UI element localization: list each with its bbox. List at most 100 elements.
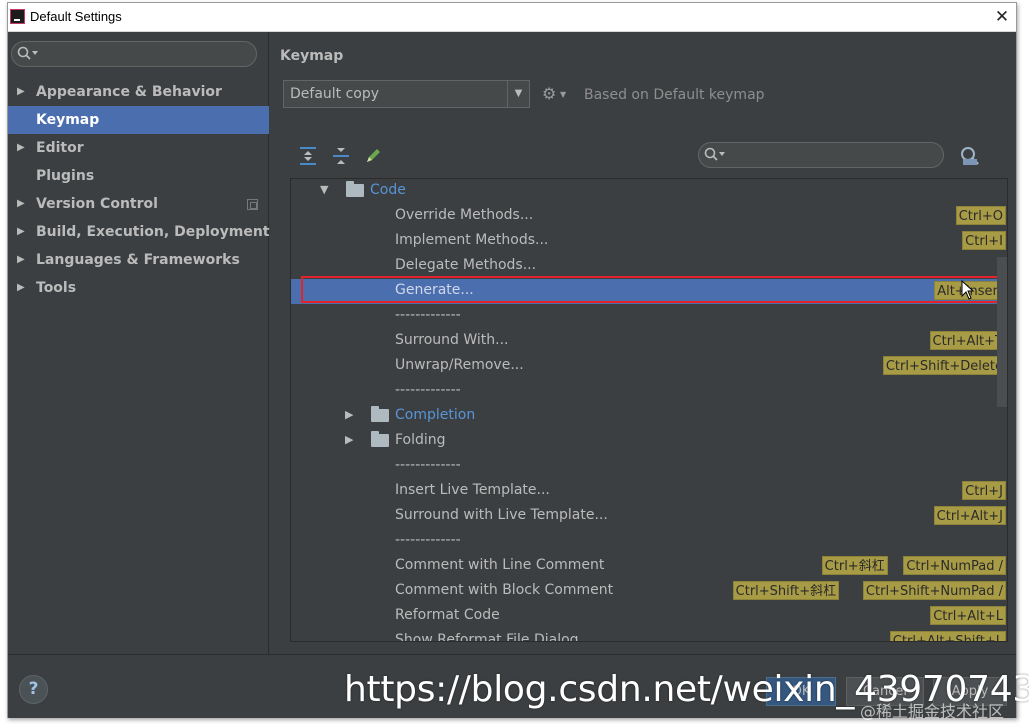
tree-row-label: Unwrap/Remove... bbox=[395, 357, 524, 373]
sidebar-item-appearance-behavior[interactable]: ▶ Appearance & Behavior bbox=[8, 78, 269, 106]
tree-row-label: Implement Methods... bbox=[395, 232, 549, 248]
expand-arrow-icon[interactable]: ▶ bbox=[17, 78, 25, 106]
tree-action-row[interactable]: ------------- bbox=[291, 529, 1007, 554]
shortcut-badge: Ctrl+Shift+NumPad / bbox=[862, 581, 1006, 600]
shortcut-badge: Ctrl+Shift+Delete bbox=[882, 356, 1006, 375]
sidebar-item-languages-frameworks[interactable]: ▶ Languages & Frameworks bbox=[8, 246, 269, 274]
sidebar-item-label: Editor bbox=[36, 140, 84, 156]
keymap-scheme-select[interactable]: Default copy ▼ bbox=[283, 80, 530, 108]
expand-all-icon[interactable] bbox=[299, 146, 317, 166]
tree-row-label: Surround With... bbox=[395, 332, 509, 348]
shortcut-badge: Ctrl+Alt+L bbox=[930, 606, 1006, 625]
tree-row-label: Reformat Code bbox=[395, 607, 500, 623]
tree-row-label: Delegate Methods... bbox=[395, 257, 537, 273]
tree-row-label: Folding bbox=[395, 432, 446, 448]
mouse-cursor-icon bbox=[961, 280, 975, 300]
tree-action-row[interactable]: ------------- bbox=[291, 304, 1007, 329]
tree-row-label: Show Reformat File Dialog bbox=[395, 632, 579, 642]
shortcut-badge: Ctrl+O bbox=[955, 206, 1006, 225]
shortcut-badge: Ctrl+NumPad / bbox=[903, 556, 1006, 575]
sidebar-item-label: Tools bbox=[36, 280, 77, 296]
expand-arrow-icon[interactable]: ▶ bbox=[345, 433, 353, 446]
tree-row-label: Code bbox=[370, 182, 406, 198]
keymap-action-tree[interactable]: ▼ Code Override Methods... Ctrl+O Implement … bbox=[290, 178, 1008, 642]
tree-action-row[interactable]: Override Methods... Ctrl+O bbox=[291, 204, 1007, 229]
tree-row-label: Completion bbox=[395, 407, 476, 423]
gear-icon[interactable]: ⚙ bbox=[542, 84, 556, 103]
tree-row-label: Insert Live Template... bbox=[395, 482, 550, 498]
tree-action-row[interactable]: Comment with Block Comment Ctrl+Shift+Num… bbox=[291, 579, 1007, 604]
shortcut-badge: Ctrl+Alt+J bbox=[933, 506, 1006, 525]
keymap-scheme-value: Default copy bbox=[290, 86, 380, 102]
tree-action-row[interactable]: ------------- bbox=[291, 454, 1007, 479]
tree-action-row[interactable]: Comment with Line Comment Ctrl+NumPad / Ct… bbox=[291, 554, 1007, 579]
sidebar-item-label: Keymap bbox=[36, 112, 100, 128]
help-button[interactable]: ? bbox=[19, 675, 48, 704]
tree-row-label: Override Methods... bbox=[395, 207, 534, 223]
folder-icon bbox=[346, 181, 364, 197]
sidebar-item-build-execution-deployment[interactable]: ▶ Build, Execution, Deployment bbox=[8, 218, 270, 246]
tree-action-row[interactable]: Reformat Code Ctrl+Alt+L bbox=[291, 604, 1007, 629]
shortcut-badge: Ctrl+Alt+T bbox=[929, 331, 1006, 350]
sidebar-item-label: Languages & Frameworks bbox=[36, 252, 240, 268]
page-title: Keymap bbox=[280, 48, 344, 64]
sidebar-item-keymap[interactable]: Keymap bbox=[8, 106, 269, 134]
sidebar-search-input[interactable] bbox=[11, 41, 257, 67]
tree-action-row[interactable]: Surround with Live Template... Ctrl+Alt+J bbox=[291, 504, 1007, 529]
window-title: Default Settings bbox=[30, 9, 122, 24]
tree-action-row[interactable]: Surround With... Ctrl+Alt+T bbox=[291, 329, 1007, 354]
tree-action-row[interactable]: Unwrap/Remove... Ctrl+Shift+Delete bbox=[291, 354, 1007, 379]
collapse-all-icon[interactable] bbox=[332, 146, 350, 166]
sidebar-item-label: Build, Execution, Deployment bbox=[36, 224, 270, 240]
collapse-arrow-icon[interactable]: ▼ bbox=[320, 183, 328, 196]
sidebar-item-version-control[interactable]: ▶ Version Control bbox=[8, 190, 269, 218]
project-settings-icon bbox=[247, 199, 258, 210]
intellij-app-icon bbox=[10, 9, 25, 24]
close-icon[interactable]: ✕ bbox=[990, 5, 1014, 29]
sidebar-item-label: Appearance & Behavior bbox=[36, 84, 222, 100]
sidebar-item-tools[interactable]: ▶ Tools bbox=[8, 274, 269, 302]
find-by-shortcut-icon[interactable] bbox=[959, 145, 981, 167]
tree-row-label: Comment with Line Comment bbox=[395, 557, 605, 573]
tree-row-label: ------------- bbox=[395, 382, 461, 398]
tree-action-row[interactable]: Implement Methods... Ctrl+I bbox=[291, 229, 1007, 254]
watermark-credit: @稀土掘金技术社区 bbox=[860, 702, 1005, 721]
sidebar-item-plugins[interactable]: Plugins bbox=[8, 162, 269, 190]
tree-row-label: Surround with Live Template... bbox=[395, 507, 608, 523]
folder-icon bbox=[371, 406, 389, 422]
tree-folder-row[interactable]: ▶ Completion bbox=[291, 404, 1007, 429]
expand-arrow-icon[interactable]: ▶ bbox=[17, 134, 25, 162]
tree-action-row[interactable]: Insert Live Template... Ctrl+J bbox=[291, 479, 1007, 504]
title-bar: Default Settings ✕ bbox=[8, 3, 1016, 32]
tree-row-label: ------------- bbox=[395, 307, 461, 323]
settings-sidebar: ▶ Appearance & Behavior Keymap ▶ Editor Plugi… bbox=[8, 32, 270, 654]
shortcut-badge: Ctrl+I bbox=[962, 231, 1006, 250]
tree-action-row[interactable]: ------------- bbox=[291, 379, 1007, 404]
sidebar-item-label: Version Control bbox=[36, 196, 158, 212]
tree-folder-row[interactable]: ▶ Folding bbox=[291, 429, 1007, 454]
tree-scrollbar[interactable] bbox=[997, 257, 1007, 407]
based-on-label: Based on Default keymap bbox=[584, 87, 765, 103]
highlight-frame bbox=[301, 276, 1002, 303]
search-icon bbox=[704, 147, 725, 161]
edit-pencil-icon[interactable] bbox=[364, 146, 382, 166]
tree-row-label: Comment with Block Comment bbox=[395, 582, 614, 598]
shortcut-badge: Ctrl+Shift+斜杠 bbox=[732, 581, 840, 600]
search-icon bbox=[17, 46, 38, 60]
expand-arrow-icon[interactable]: ▶ bbox=[17, 190, 25, 218]
settings-window: Default Settings ✕ ▶ Appearance & Behavio… bbox=[7, 2, 1017, 718]
sidebar-item-label: Plugins bbox=[36, 168, 95, 184]
tree-folder-row[interactable]: ▼ Code bbox=[291, 179, 1007, 204]
tree-action-row[interactable]: Show Reformat File Dialog Ctrl+Alt+Shift+… bbox=[291, 629, 1007, 642]
sidebar-item-editor[interactable]: ▶ Editor bbox=[8, 134, 269, 162]
shortcut-badge: Ctrl+Alt+Shift+L bbox=[889, 631, 1006, 641]
expand-arrow-icon[interactable]: ▶ bbox=[17, 246, 25, 274]
expand-arrow-icon[interactable]: ▶ bbox=[17, 274, 25, 302]
tree-row-label: ------------- bbox=[395, 457, 461, 473]
folder-icon bbox=[371, 431, 389, 447]
expand-arrow-icon[interactable]: ▶ bbox=[345, 408, 353, 421]
action-search-input[interactable] bbox=[698, 142, 944, 168]
chevron-down-icon[interactable]: ▼ bbox=[507, 81, 529, 107]
expand-arrow-icon[interactable]: ▶ bbox=[17, 218, 25, 246]
caret-down-icon[interactable]: ▼ bbox=[560, 90, 566, 99]
